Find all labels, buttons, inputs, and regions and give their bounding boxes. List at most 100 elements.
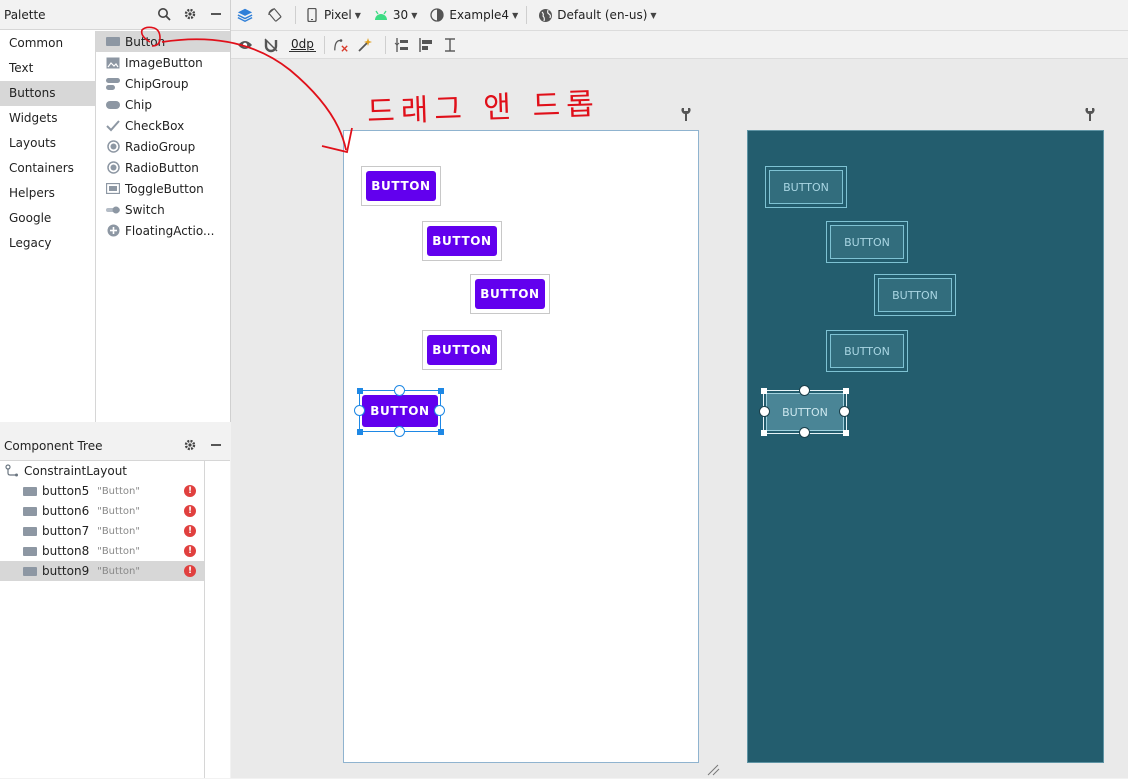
constraint-handle-left[interactable] [759,406,770,417]
align-button[interactable] [418,37,438,53]
view-options-button[interactable] [237,37,257,53]
theme-selector[interactable]: Example4 ▼ [429,7,518,23]
chevron-down-icon: ▼ [411,10,418,20]
plus-circle-icon [106,224,120,238]
category-text[interactable]: Text [0,56,95,81]
category-google[interactable]: Google [0,206,95,231]
error-icon[interactable]: ! [184,505,196,517]
constraint-handle-bottom[interactable] [799,427,810,438]
tree-node-button5[interactable]: button5 "Button" ! [0,481,204,501]
chipgroup-icon [106,77,120,91]
canvas-button7[interactable]: BUTTON [470,274,550,314]
tree-node-root[interactable]: ConstraintLayout [0,461,204,481]
locale-selector[interactable]: Default (en-us) ▼ [537,7,657,23]
infer-constraints-button[interactable] [357,37,377,53]
blueprint-surface[interactable]: BUTTON BUTTON BUTTON BUTTON BUTTON [747,130,1104,763]
palette-item-radiogroup[interactable]: RadioGroup [96,136,230,157]
palette-item-chipgroup[interactable]: ChipGroup [96,73,230,94]
guidelines-button[interactable] [442,37,462,53]
palette-item-label: ImageButton [125,55,203,70]
layers-button[interactable] [237,7,257,23]
wrench-icon[interactable] [1084,107,1096,125]
theme-label: Example4 [449,8,510,22]
toolbar-separator [526,6,528,24]
layout-toolbar: 0dp [231,31,1128,59]
tree-node-text: "Button" [97,565,140,577]
magic-wand-icon [357,37,373,53]
resize-handle[interactable] [438,388,444,394]
palette-item-floatingaction[interactable]: FloatingActio... [96,220,230,241]
constraint-handle-top[interactable] [394,385,405,396]
tree-node-button7[interactable]: button7 "Button" ! [0,521,204,541]
api-selector[interactable]: 30 ▼ [373,7,417,23]
design-surface[interactable]: BUTTON BUTTON BUTTON BUTTON BUTTON [343,130,699,763]
constraint-handle-left[interactable] [354,405,365,416]
canvas-button8[interactable]: BUTTON [422,330,502,370]
palette-item-togglebutton[interactable]: ToggleButton [96,178,230,199]
gear-icon[interactable] [182,437,198,453]
resize-handle[interactable] [843,430,849,436]
resize-handle[interactable] [843,388,849,394]
component-tree-title: Component Tree [4,438,103,453]
radio-icon [106,140,120,154]
error-icon[interactable]: ! [184,485,196,497]
blueprint-button6[interactable]: BUTTON [826,221,908,263]
button-label: BUTTON [830,225,904,259]
category-containers[interactable]: Containers [0,156,95,181]
constraint-handle-top[interactable] [799,385,810,396]
locale-label: Default (en-us) [557,8,648,22]
pack-button[interactable] [394,37,414,53]
category-common[interactable]: Common [0,31,95,56]
canvas-button6[interactable]: BUTTON [422,221,502,261]
resize-handle[interactable] [357,429,363,435]
resize-handle[interactable] [438,429,444,435]
gear-icon[interactable] [182,6,198,22]
palette-item-checkbox[interactable]: CheckBox [96,115,230,136]
chevron-down-icon: ▼ [650,10,657,20]
blueprint-button7[interactable]: BUTTON [874,274,956,316]
minimize-icon[interactable] [208,437,224,453]
palette-item-label: ChipGroup [125,76,189,91]
palette-item-chip[interactable]: Chip [96,94,230,115]
button-widget-icon [23,506,37,516]
palette-item-button[interactable]: Button [96,31,230,52]
tree-node-button9[interactable]: button9 "Button" ! [0,561,204,581]
resize-grip-icon[interactable] [706,764,720,779]
tree-node-button6[interactable]: button6 "Button" ! [0,501,204,521]
button-label: BUTTON [475,279,545,309]
category-legacy[interactable]: Legacy [0,231,95,256]
resize-handle[interactable] [761,388,767,394]
device-selector[interactable]: Pixel ▼ [304,7,361,23]
resize-handle[interactable] [357,388,363,394]
autoconnect-button[interactable] [263,37,283,53]
category-helpers[interactable]: Helpers [0,181,95,206]
category-widgets[interactable]: Widgets [0,106,95,131]
palette-item-imagebutton[interactable]: ImageButton [96,52,230,73]
chevron-down-icon: ▼ [354,10,361,20]
search-icon[interactable] [156,6,172,22]
palette-item-radiobutton[interactable]: RadioButton [96,157,230,178]
palette-item-label: FloatingActio... [125,223,215,238]
error-icon[interactable]: ! [184,565,196,577]
constraint-handle-right[interactable] [839,406,850,417]
tree-node-text: "Button" [97,485,140,497]
minimize-icon[interactable] [208,6,224,22]
category-buttons[interactable]: Buttons [0,81,95,106]
clear-constraints-button[interactable] [333,37,353,53]
error-icon[interactable]: ! [184,545,196,557]
constraint-handle-bottom[interactable] [394,426,405,437]
category-layouts[interactable]: Layouts [0,131,95,156]
theme-icon [429,7,445,23]
orientation-button[interactable] [267,7,287,23]
blueprint-button8[interactable]: BUTTON [826,330,908,372]
wrench-icon[interactable] [680,107,692,125]
default-margin-button[interactable]: 0dp [289,37,316,52]
constraint-handle-right[interactable] [434,405,445,416]
error-icon[interactable]: ! [184,525,196,537]
canvas-button5[interactable]: BUTTON [361,166,441,206]
android-icon [373,7,389,23]
palette-item-switch[interactable]: Switch [96,199,230,220]
resize-handle[interactable] [761,430,767,436]
blueprint-button5[interactable]: BUTTON [765,166,847,208]
tree-node-button8[interactable]: button8 "Button" ! [0,541,204,561]
